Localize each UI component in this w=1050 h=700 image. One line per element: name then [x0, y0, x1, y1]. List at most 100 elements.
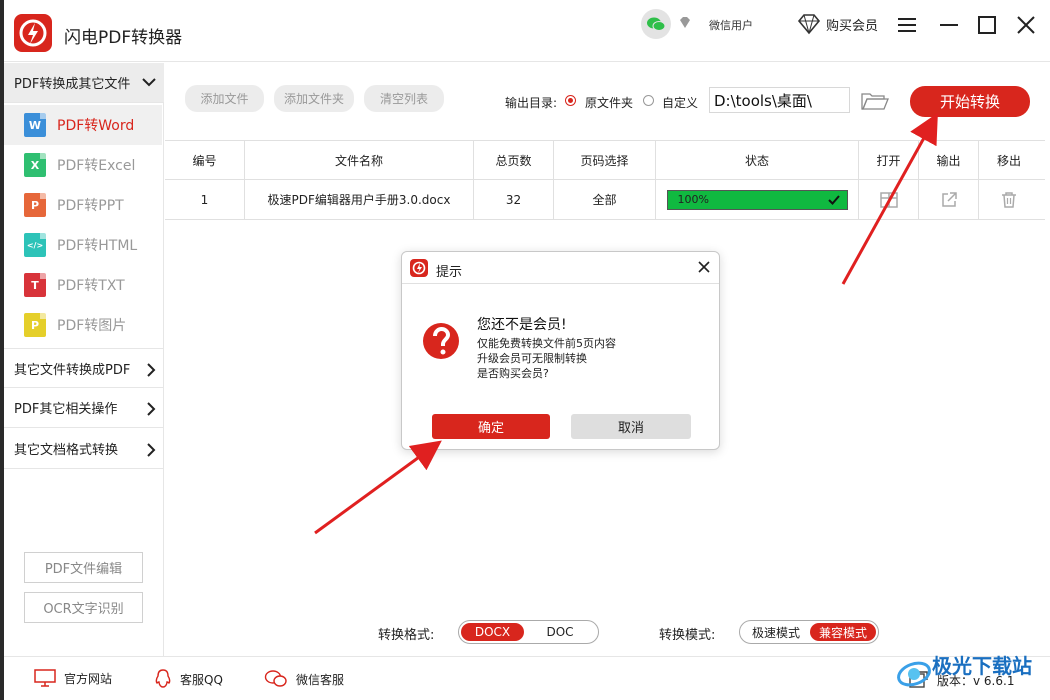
folder-open-icon[interactable] — [861, 91, 889, 111]
watermark-text: 极光下载站 — [932, 654, 1032, 678]
sidebar-group-label: 其它文件转换成PDF — [14, 362, 131, 378]
sidebar-item-pdf-excel[interactable]: X PDF转Excel — [4, 145, 162, 185]
chevron-right-icon — [147, 363, 156, 377]
wechat-avatar-icon[interactable] — [641, 9, 671, 39]
cancel-button[interactable]: 取消 — [571, 414, 691, 439]
mode-fast-option[interactable]: 极速模式 — [742, 623, 810, 641]
output-dir-label: 输出目录: — [505, 96, 558, 110]
original-folder-label: 原文件夹 — [585, 96, 634, 110]
app-logo-icon — [14, 14, 52, 52]
row-status: 100% — [656, 180, 859, 219]
dialog-header: 提示 — [402, 252, 719, 284]
app-window: 闪电PDF转换器 微信用户 购买会员 PDF转换成其它文件 W PDF转Word… — [4, 0, 1050, 700]
confirm-button[interactable]: 确定 — [432, 414, 550, 439]
mode-label: 转换模式: — [659, 628, 716, 643]
website-label: 官方网站 — [64, 671, 113, 686]
diamond-icon — [797, 14, 821, 35]
sidebar-item-pdf-image[interactable]: P PDF转图片 — [4, 305, 162, 345]
col-header-pages: 总页数 — [474, 141, 554, 179]
chevron-right-icon — [147, 443, 156, 457]
col-header-no: 编号 — [165, 141, 245, 179]
trash-icon[interactable] — [1000, 191, 1018, 209]
chevron-down-icon — [142, 78, 156, 87]
col-header-open: 打开 — [859, 141, 919, 179]
radio-original-folder[interactable] — [565, 95, 576, 106]
monitor-icon — [34, 669, 56, 687]
dialog-heading: 您还不是会员! — [477, 317, 567, 333]
buy-vip-button[interactable]: 购买会员 — [796, 12, 878, 36]
col-header-range: 页码选择 — [554, 141, 656, 179]
close-icon[interactable] — [1013, 12, 1039, 38]
sidebar-item-pdf-txt[interactable]: T PDF转TXT — [4, 265, 162, 305]
chevron-right-icon — [147, 402, 156, 416]
close-icon[interactable] — [697, 260, 711, 274]
progress-bar: 100% — [666, 189, 848, 210]
row-page-range[interactable]: 全部 — [554, 180, 656, 219]
row-open-cell — [859, 180, 919, 219]
vip-diamond-icon — [680, 17, 690, 28]
qq-support-link[interactable]: 客服QQ — [154, 669, 223, 689]
image-file-icon: P — [24, 313, 46, 337]
word-file-icon: W — [24, 113, 46, 137]
minimize-icon[interactable] — [936, 12, 962, 38]
sidebar-item-pdf-html[interactable]: </> PDF转HTML — [4, 225, 162, 265]
sidebar-item-pdf-ppt[interactable]: P PDF转PPT — [4, 185, 162, 225]
sidebar-group-label: PDF转换成其它文件 — [14, 77, 131, 92]
add-file-button[interactable]: 添加文件 — [185, 85, 264, 112]
dialog-line-3: 是否购买会员? — [477, 367, 549, 380]
ocr-button[interactable]: OCR文字识别 — [24, 592, 143, 623]
add-folder-button[interactable]: 添加文件夹 — [274, 85, 354, 112]
clear-list-button[interactable]: 清空列表 — [364, 85, 444, 112]
mode-selector: 极速模式 兼容模式 — [739, 620, 879, 644]
format-label: 转换格式: — [378, 628, 435, 643]
open-file-icon[interactable] — [879, 191, 899, 209]
sidebar-group-other-to-pdf[interactable]: 其它文件转换成PDF — [4, 348, 164, 388]
row-filename: 极速PDF编辑器用户手册3.0.docx — [245, 180, 474, 219]
sidebar: PDF转换成其它文件 W PDF转Word X PDF转Excel P PDF转… — [4, 63, 164, 656]
wechat-support-link[interactable]: 微信客服 — [264, 669, 344, 689]
format-selector: DOCX DOC — [458, 620, 599, 644]
export-icon[interactable] — [940, 191, 958, 209]
row-pages: 32 — [474, 180, 554, 219]
wechat-label: 微信客服 — [296, 672, 345, 687]
mode-compat-option[interactable]: 兼容模式 — [810, 623, 876, 641]
txt-file-icon: T — [24, 273, 46, 297]
excel-file-icon: X — [24, 153, 46, 177]
output-path-input[interactable] — [709, 87, 850, 113]
sidebar-group-pdf-to-other[interactable]: PDF转换成其它文件 — [4, 63, 164, 103]
start-convert-button[interactable]: 开始转换 — [910, 86, 1030, 117]
sidebar-group-other-doc-formats[interactable]: 其它文档格式转换 — [4, 429, 164, 469]
custom-folder-label: 自定义 — [662, 96, 699, 110]
sidebar-item-label: PDF转HTML — [57, 238, 138, 254]
website-link[interactable]: 官方网站 — [34, 669, 112, 687]
html-file-icon: </> — [24, 233, 46, 257]
row-remove-cell — [979, 180, 1039, 219]
pdf-edit-button[interactable]: PDF文件编辑 — [24, 552, 143, 583]
ppt-file-icon: P — [24, 193, 46, 217]
wechat-icon — [264, 670, 287, 687]
col-header-output: 输出 — [919, 141, 979, 179]
sidebar-group-pdf-other-ops[interactable]: PDF其它相关操作 — [4, 388, 164, 428]
radio-custom-folder[interactable] — [643, 95, 654, 106]
menu-icon[interactable] — [894, 12, 920, 38]
sidebar-item-label: PDF转TXT — [57, 278, 125, 294]
sidebar-item-label: PDF转图片 — [57, 318, 127, 334]
title-bar: 闪电PDF转换器 微信用户 购买会员 — [4, 0, 1050, 62]
qq-icon — [155, 669, 171, 688]
maximize-icon[interactable] — [974, 12, 1000, 38]
table-header-row: 编号 文件名称 总页数 页码选择 状态 打开 输出 移出 — [165, 140, 1045, 180]
app-title: 闪电PDF转换器 — [64, 28, 183, 48]
table-row[interactable]: 1 极速PDF编辑器用户手册3.0.docx 32 全部 100% — [165, 180, 1045, 220]
dialog-logo-icon — [410, 259, 428, 277]
buy-vip-label: 购买会员 — [826, 18, 879, 34]
sidebar-item-label: PDF转Excel — [57, 158, 136, 174]
format-doc-option[interactable]: DOC — [524, 623, 596, 641]
wechat-username: 微信用户 — [709, 19, 753, 32]
format-docx-option[interactable]: DOCX — [461, 623, 524, 641]
row-no: 1 — [165, 180, 245, 219]
sidebar-item-pdf-word[interactable]: W PDF转Word — [4, 105, 162, 145]
dialog-line-2: 升级会员可无限制转换 — [477, 352, 587, 365]
sidebar-group-label: 其它文档格式转换 — [14, 443, 119, 458]
sidebar-item-label: PDF转Word — [57, 118, 135, 134]
dialog-line-1: 仅能免费转换文件前5页内容 — [477, 337, 616, 350]
